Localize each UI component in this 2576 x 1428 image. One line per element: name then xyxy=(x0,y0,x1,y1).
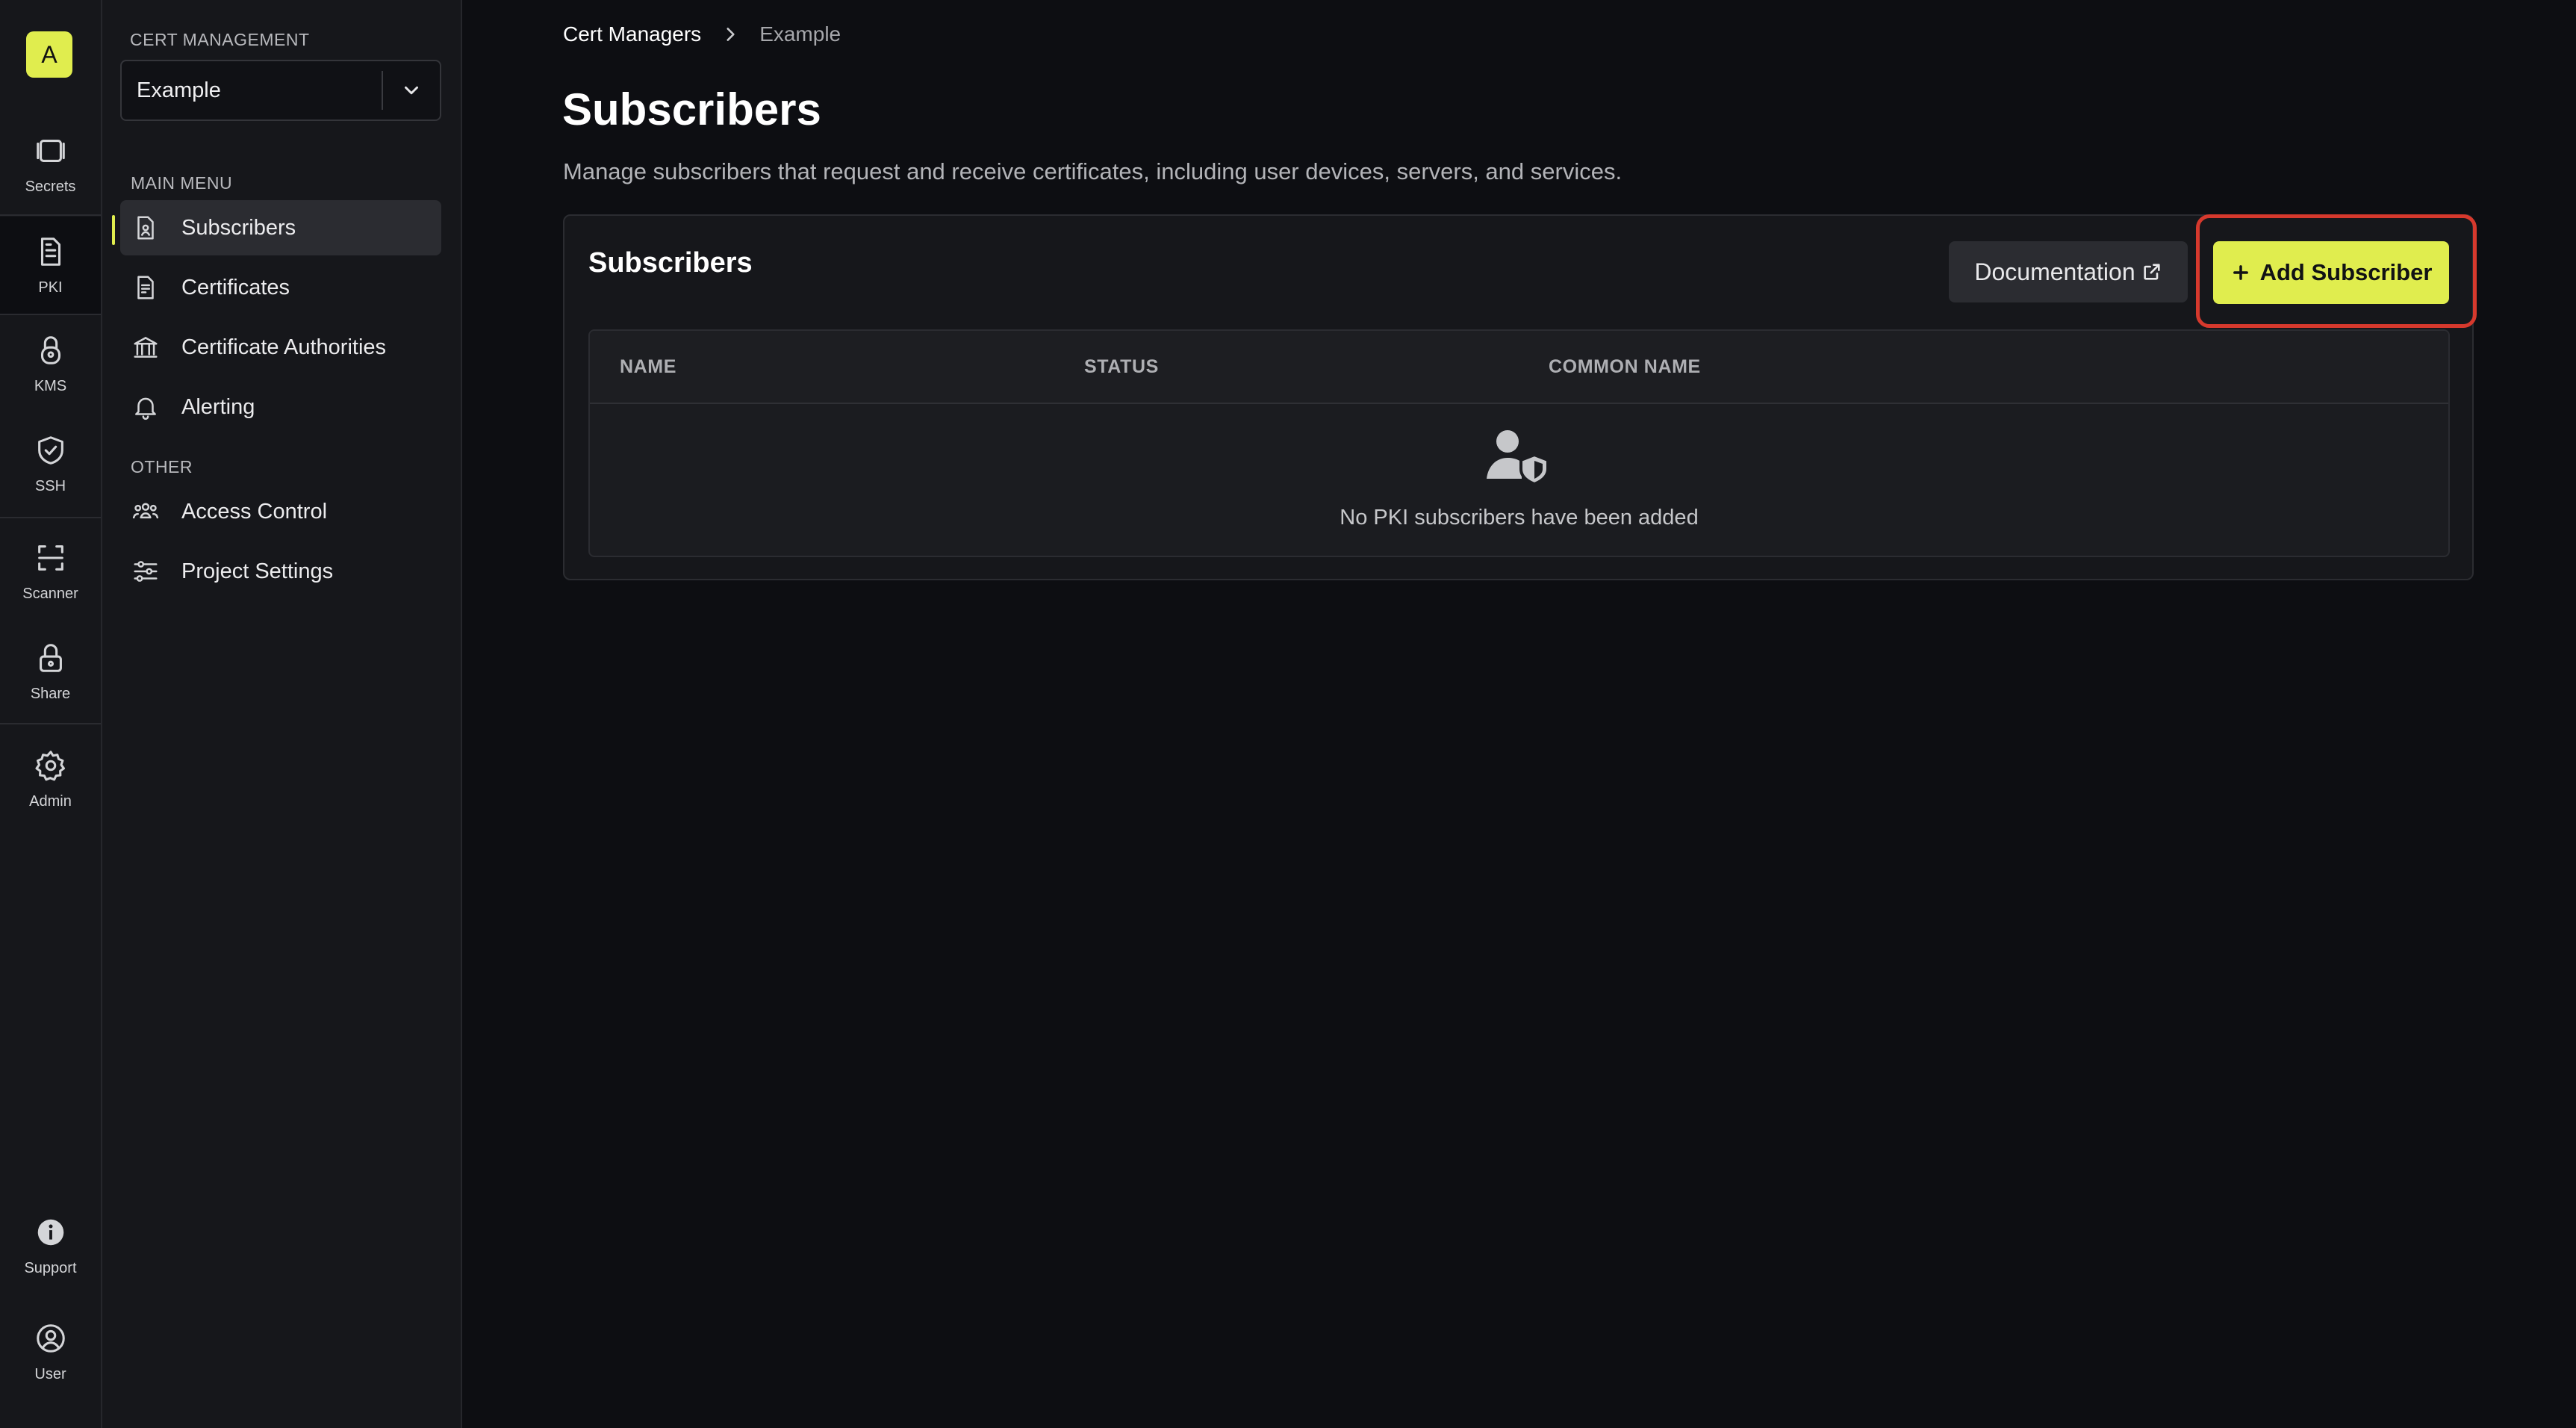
vault-icon xyxy=(36,139,65,162)
rail-item-user[interactable]: User xyxy=(0,1303,101,1400)
active-indicator xyxy=(112,215,115,245)
external-link-icon xyxy=(2143,264,2160,280)
sidebar-item-label: Subscribers xyxy=(181,215,296,240)
add-subscriber-button[interactable]: Add Subscriber xyxy=(2213,241,2449,304)
info-icon xyxy=(37,1219,63,1245)
sidebar-item-alerting[interactable]: Alerting xyxy=(120,379,441,435)
sidebar-item-label: Certificates xyxy=(181,275,290,299)
rail-item-label: User xyxy=(34,1365,66,1382)
sidebar-item-label: Project Settings xyxy=(181,559,334,583)
plus-icon xyxy=(2233,265,2248,280)
empty-state-text: No PKI subscribers have been added xyxy=(1340,506,1699,530)
rail-item-label: Secrets xyxy=(25,178,76,195)
card-title: Subscribers xyxy=(588,247,753,279)
column-header-common-name: COMMON NAME xyxy=(1549,356,1701,377)
project-select[interactable]: Example xyxy=(120,60,441,121)
subscriber-doc-icon xyxy=(131,213,161,243)
sidebar-item-subscribers[interactable]: Subscribers xyxy=(120,200,441,255)
rail-item-support[interactable]: Support xyxy=(0,1197,101,1294)
rail-item-label: KMS xyxy=(34,377,67,394)
rail-item-admin[interactable]: Admin xyxy=(0,730,101,828)
icon-rail: A Secrets PKI KMS SSH Scanner Share Admi… xyxy=(0,0,102,1428)
sliders-icon xyxy=(131,556,161,586)
sidebar-item-certificates[interactable]: Certificates xyxy=(120,260,441,315)
rail-divider xyxy=(0,214,101,216)
rail-item-label: Support xyxy=(24,1259,77,1276)
bank-icon xyxy=(131,332,161,362)
rail-item-label: Admin xyxy=(29,792,72,810)
sidebar-item-certificate-authorities[interactable]: Certificate Authorities xyxy=(120,320,441,375)
user-shield-icon xyxy=(1487,430,1549,485)
user-circle-icon xyxy=(36,1323,65,1353)
sidebar-item-label: Certificate Authorities xyxy=(181,335,387,359)
rail-divider xyxy=(0,723,101,724)
sidebar-item-label: Access Control xyxy=(181,499,328,524)
breadcrumb-parent[interactable]: Cert Managers xyxy=(563,22,701,46)
rail-item-ssh[interactable]: SSH xyxy=(0,415,101,512)
chevron-right-icon xyxy=(727,28,735,41)
column-header-name: NAME xyxy=(620,356,677,377)
rail-item-label: SSH xyxy=(34,477,66,494)
documentation-button-label: Documentation xyxy=(1974,258,2135,285)
subscribers-table: NAME STATUS COMMON NAME No PKI subscribe… xyxy=(588,329,2450,557)
rail-item-label: Share xyxy=(30,685,71,702)
other-heading: OTHER xyxy=(131,457,193,476)
sidebar: CERT MANAGEMENT Example MAIN MENU Subscr… xyxy=(102,0,462,1428)
rail-divider xyxy=(0,517,101,518)
certificate-icon xyxy=(131,273,161,302)
scan-icon xyxy=(37,544,63,571)
rail-item-scanner[interactable]: Scanner xyxy=(0,523,101,620)
rail-item-label: Scanner xyxy=(22,585,78,602)
users-icon xyxy=(131,497,161,527)
documentation-button[interactable]: Documentation xyxy=(1949,241,2188,302)
rail-item-label: PKI xyxy=(38,279,63,296)
page-description: Manage subscribers that request and rece… xyxy=(563,158,1623,184)
column-header-status: STATUS xyxy=(1084,356,1159,377)
key-lock-icon xyxy=(40,335,60,364)
rail-item-secrets[interactable]: Secrets xyxy=(0,116,101,213)
rail-item-kms[interactable]: KMS xyxy=(0,315,101,412)
shield-check-icon xyxy=(37,435,63,465)
rail-item-pki[interactable]: PKI xyxy=(0,217,101,314)
add-subscriber-label: Add Subscriber xyxy=(2259,259,2433,285)
project-select-value: Example xyxy=(137,78,221,102)
page-title: Subscribers xyxy=(562,84,821,134)
main-menu-heading: MAIN MENU xyxy=(131,173,233,193)
table-header: NAME STATUS COMMON NAME xyxy=(590,331,2448,404)
subscribers-card: Subscribers Documentation Add Subscriber… xyxy=(563,214,2477,580)
sidebar-item-label: Alerting xyxy=(181,394,255,419)
chevron-down-icon[interactable] xyxy=(383,79,440,102)
section-title: CERT MANAGEMENT xyxy=(130,30,310,49)
breadcrumb-current: Example xyxy=(759,22,841,46)
gear-icon xyxy=(34,750,65,780)
document-icon xyxy=(40,237,60,266)
rail-item-share[interactable]: Share xyxy=(0,623,101,720)
sidebar-item-project-settings[interactable]: Project Settings xyxy=(120,544,441,599)
org-avatar[interactable]: A xyxy=(26,31,72,78)
sidebar-item-access-control[interactable]: Access Control xyxy=(120,484,441,539)
lock-icon xyxy=(39,643,62,672)
bell-icon xyxy=(131,392,161,422)
breadcrumb: Cert Managers Example xyxy=(563,22,841,46)
